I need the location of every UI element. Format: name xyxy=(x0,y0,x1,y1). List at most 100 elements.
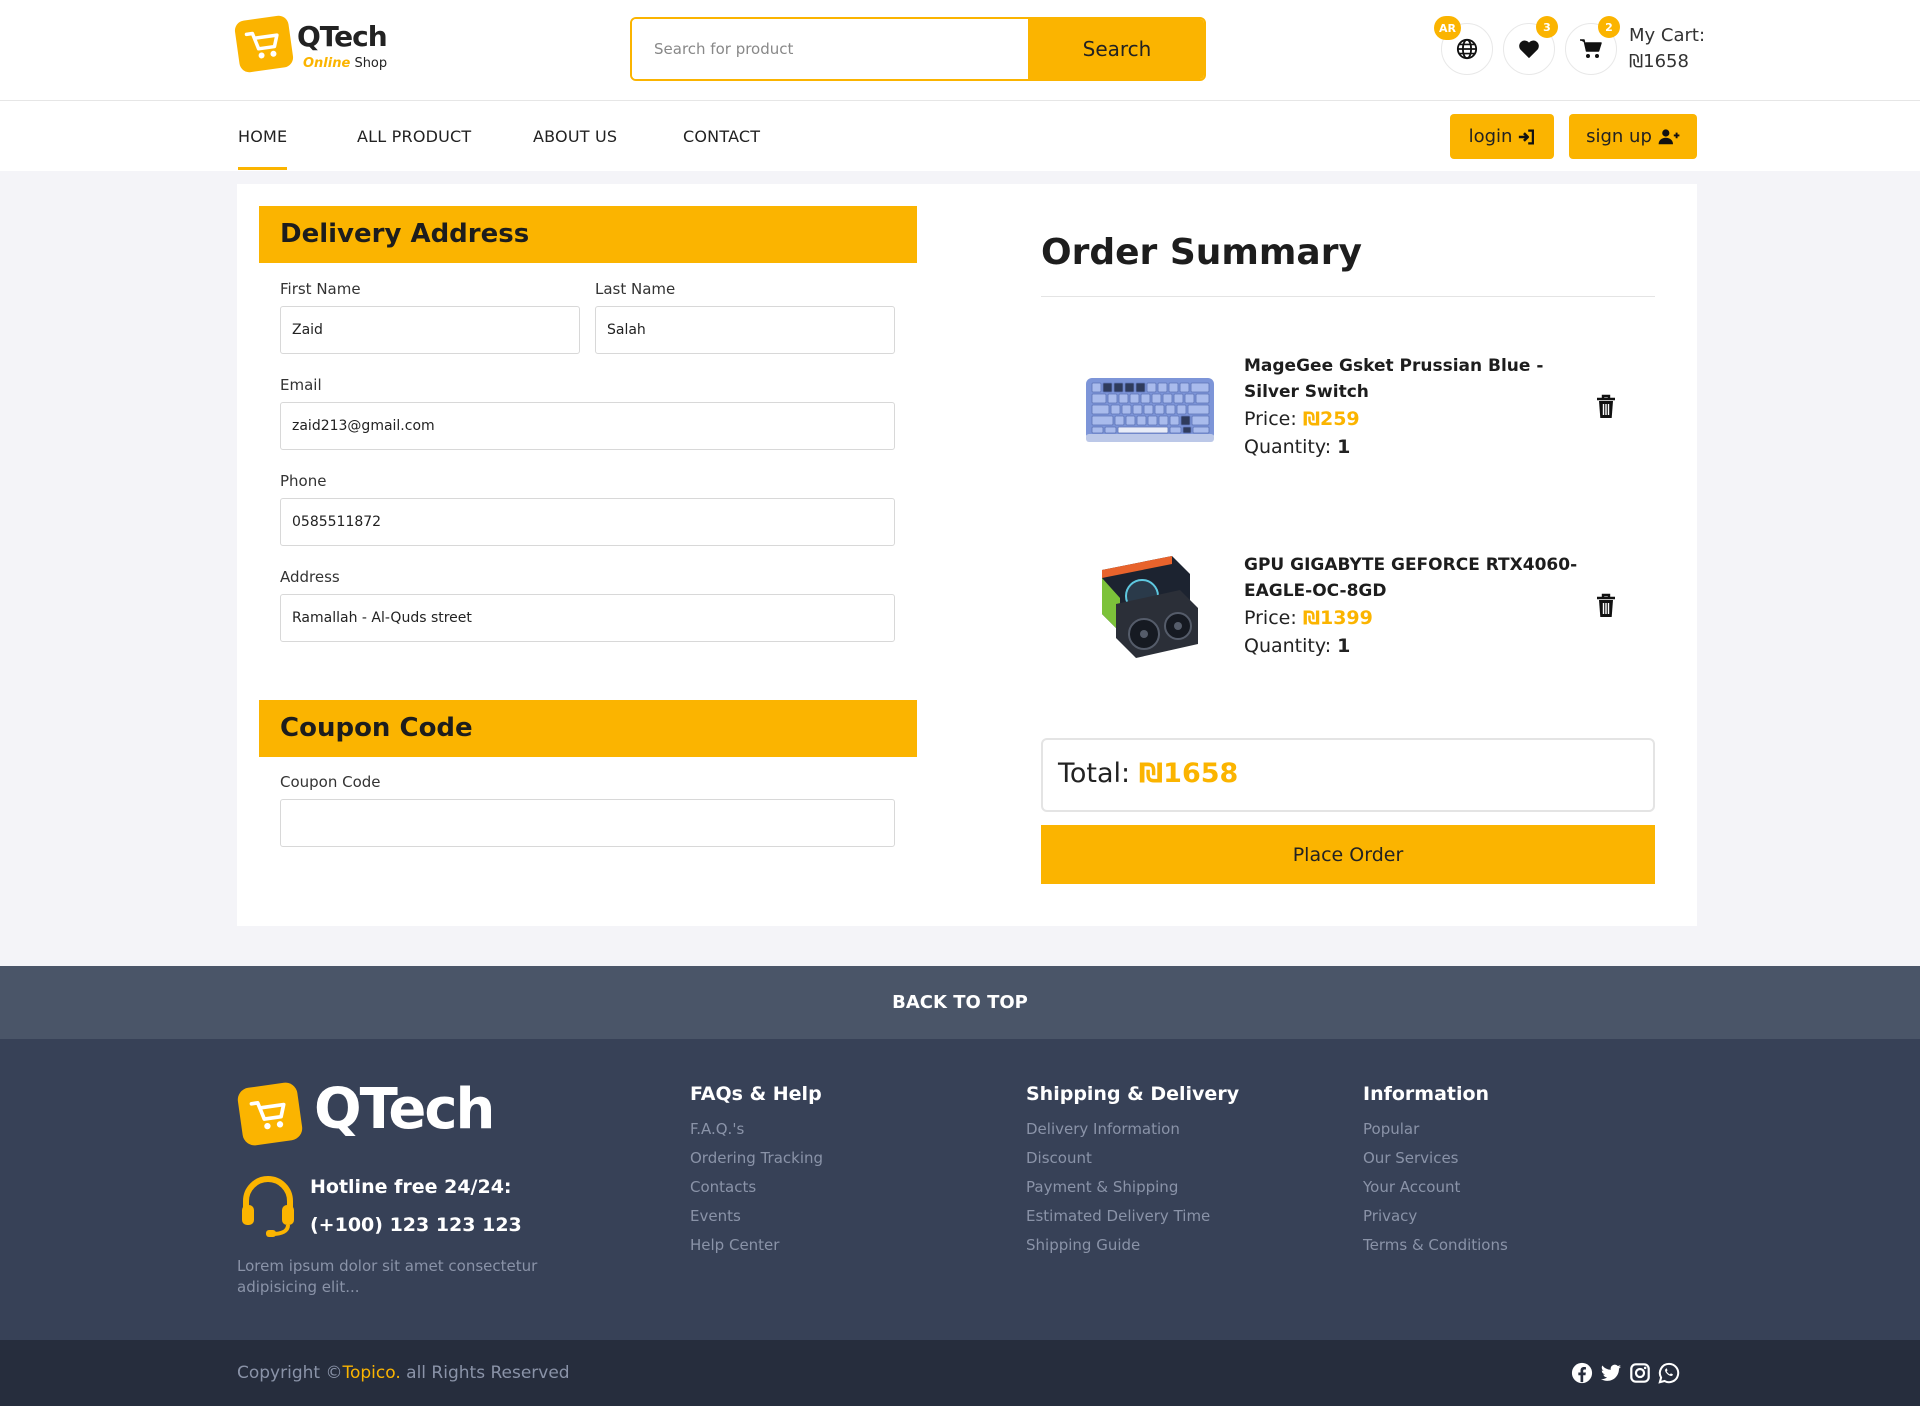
keyboard-image xyxy=(1086,378,1214,442)
footer-column-title: Shipping & Delivery xyxy=(1026,1083,1240,1105)
footer-link[interactable]: Popular xyxy=(1363,1120,1419,1138)
footer-link[interactable]: Terms & Conditions xyxy=(1363,1236,1508,1254)
footer-column-title: FAQs & Help xyxy=(690,1083,822,1105)
footer-link[interactable]: Payment & Shipping xyxy=(1026,1178,1178,1196)
logo-name: QTech xyxy=(297,20,388,53)
order-item-price-value: ₪259 xyxy=(1302,408,1360,430)
logo-tagline-rest: Shop xyxy=(354,56,388,71)
checkout-card: Delivery Address First Name Last Name Em… xyxy=(237,184,1697,926)
address-label: Address xyxy=(280,568,340,586)
first-name-label: First Name xyxy=(280,280,361,298)
copyright-brand-link[interactable]: Topico. xyxy=(342,1363,400,1383)
footer-link[interactable]: Discount xyxy=(1026,1149,1092,1167)
cart-total: ₪1658 xyxy=(1629,51,1689,72)
facebook-icon[interactable] xyxy=(1571,1362,1593,1384)
heart-icon xyxy=(1519,40,1539,59)
last-name-input[interactable] xyxy=(595,306,895,354)
address-input[interactable] xyxy=(280,594,895,642)
copyright-text: Copyright ©Topico. all Rights Reserved xyxy=(237,1363,570,1383)
total-label: Total: xyxy=(1058,758,1131,789)
order-item-quantity-value: 1 xyxy=(1337,635,1351,657)
headset-icon xyxy=(242,1176,294,1237)
footer-link[interactable]: Privacy xyxy=(1363,1207,1417,1225)
sign-in-icon xyxy=(1519,129,1535,144)
order-total: Total: ₪1658 xyxy=(1058,758,1238,789)
nav-about-us[interactable]: ABOUT US xyxy=(533,127,617,146)
delete-item-trash-icon[interactable] xyxy=(1595,593,1617,619)
footer-link[interactable]: F.A.Q.'s xyxy=(690,1120,744,1138)
footer-link[interactable]: Our Services xyxy=(1363,1149,1459,1167)
hotline-number[interactable]: (+100) 123 123 123 xyxy=(310,1214,522,1236)
back-to-top-button[interactable]: BACK TO TOP xyxy=(0,966,1920,1039)
footer-bottom-bar: Copyright ©Topico. all Rights Reserved xyxy=(0,1340,1920,1406)
nav-home[interactable]: HOME xyxy=(238,127,288,170)
order-item-name: GPU GIGABYTE GEFORCE RTX4060-EAGLE-OC-8G… xyxy=(1244,555,1578,601)
gpu-image xyxy=(1102,556,1198,658)
order-item-price-value: ₪1399 xyxy=(1302,607,1373,629)
language-button[interactable]: AR xyxy=(1434,16,1493,75)
footer-link[interactable]: Estimated Delivery Time xyxy=(1026,1207,1210,1225)
footer-link[interactable]: Ordering Tracking xyxy=(690,1149,823,1167)
instagram-icon[interactable] xyxy=(1629,1362,1651,1384)
nav-all-product[interactable]: ALL PRODUCT xyxy=(357,127,471,146)
footer-link[interactable]: Delivery Information xyxy=(1026,1120,1180,1138)
order-summary-title: Order Summary xyxy=(1041,232,1362,273)
phone-label: Phone xyxy=(280,472,327,490)
wishlist-button[interactable]: 3 xyxy=(1503,16,1558,75)
twitter-icon[interactable] xyxy=(1600,1362,1622,1384)
email-input[interactable] xyxy=(280,402,895,450)
cart-summary[interactable]: My Cart: ₪1658 xyxy=(1629,23,1705,75)
order-item-price: Price: ₪259 xyxy=(1244,408,1360,430)
last-name-label: Last Name xyxy=(595,280,676,298)
first-name-input[interactable] xyxy=(280,306,580,354)
login-label: login xyxy=(1468,126,1513,147)
coupon-code-input[interactable] xyxy=(280,799,895,847)
nav-contact[interactable]: CONTACT xyxy=(683,127,760,146)
site-logo[interactable]: QTech Online Shop xyxy=(233,14,407,76)
order-summary-divider xyxy=(1041,296,1655,297)
order-total-box: Total: ₪1658 xyxy=(1041,738,1655,812)
search-bar: Search xyxy=(630,17,1206,81)
hotline-title: Hotline free 24/24: xyxy=(310,1176,512,1198)
coupon-code-header: Coupon Code xyxy=(259,700,917,757)
order-item-quantity: Quantity: 1 xyxy=(1244,635,1350,657)
total-value: ₪1658 xyxy=(1138,758,1239,789)
user-plus-icon xyxy=(1658,128,1680,144)
footer-link[interactable]: Shipping Guide xyxy=(1026,1236,1140,1254)
shopping-cart-icon xyxy=(1580,39,1602,58)
coupon-code-title: Coupon Code xyxy=(280,713,473,743)
main-nav: HOME ALL PRODUCT ABOUT US CONTACT login … xyxy=(0,101,1920,171)
cart-count-badge: 2 xyxy=(1598,16,1620,38)
delete-item-trash-icon[interactable] xyxy=(1595,394,1617,420)
footer-link[interactable]: Your Account xyxy=(1363,1178,1460,1196)
quantity-label: Quantity: xyxy=(1244,436,1332,458)
delivery-address-title: Delivery Address xyxy=(280,219,530,249)
whatsapp-icon[interactable] xyxy=(1658,1362,1680,1384)
copyright-suffix: all Rights Reserved xyxy=(400,1363,570,1383)
footer-link[interactable]: Contacts xyxy=(690,1178,756,1196)
wishlist-count-badge: 3 xyxy=(1536,16,1558,38)
order-item-price: Price: ₪1399 xyxy=(1244,607,1373,629)
price-label: Price: xyxy=(1244,607,1297,629)
cart-label: My Cart: xyxy=(1629,25,1706,46)
footer-link[interactable]: Help Center xyxy=(690,1236,779,1254)
order-item-quantity-value: 1 xyxy=(1337,436,1351,458)
search-input[interactable] xyxy=(632,19,1028,79)
signup-button[interactable]: sign up xyxy=(1569,114,1697,159)
order-item-quantity: Quantity: 1 xyxy=(1244,436,1350,458)
copyright-prefix: Copyright © xyxy=(237,1363,343,1383)
order-item-name: MageGee Gsket Prussian Blue - Silver Swi… xyxy=(1244,356,1544,402)
login-button[interactable]: login xyxy=(1450,114,1554,159)
cart-button[interactable]: 2 xyxy=(1565,16,1620,75)
footer-column-title: Information xyxy=(1363,1083,1490,1105)
phone-input[interactable] xyxy=(280,498,895,546)
email-label: Email xyxy=(280,376,322,394)
signup-label: sign up xyxy=(1586,126,1652,147)
logo-tagline-accent: Online xyxy=(303,56,351,71)
place-order-button[interactable]: Place Order xyxy=(1041,825,1655,884)
price-label: Price: xyxy=(1244,408,1297,430)
search-button[interactable]: Search xyxy=(1028,19,1204,79)
cart-logo-icon xyxy=(233,14,295,74)
footer-link[interactable]: Events xyxy=(690,1207,741,1225)
footer-logo-name: QTech xyxy=(314,1077,495,1142)
